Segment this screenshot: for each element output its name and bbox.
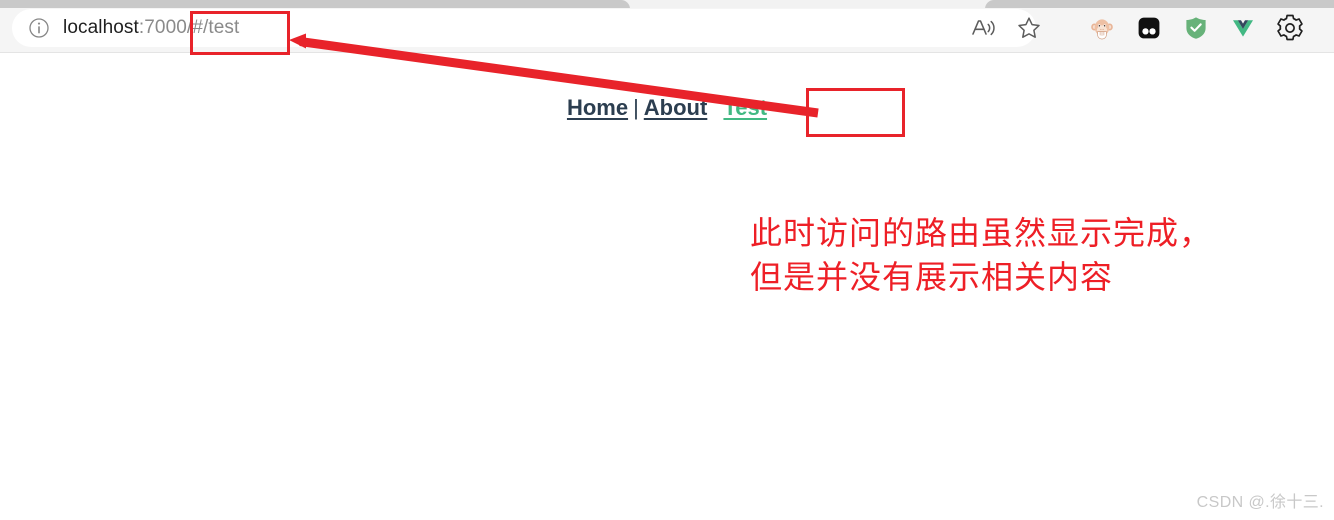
url-text[interactable]: localhost:7000/#/test — [63, 17, 239, 39]
nav-link-test[interactable]: Test — [723, 95, 767, 120]
monkey-avatar-extension-icon[interactable] — [1078, 9, 1125, 47]
toolbar-actions — [960, 9, 1052, 47]
url-path: :7000/#/test — [138, 17, 240, 38]
annotation-note-text: 此时访问的路由虽然显示完成， 但是并没有展示相关内容 — [750, 214, 1213, 296]
dark-reader-extension-icon[interactable] — [1125, 9, 1172, 47]
browser-tab[interactable] — [0, 0, 630, 8]
page-content: Home | About Test 此时访问的路由虽然显示完成， 但是并没有展示相关… — [0, 53, 1334, 520]
extensions-row — [1078, 9, 1313, 47]
address-bar[interactable]: localhost:7000/#/test — [12, 9, 1036, 47]
settings-gear-icon[interactable] — [1266, 9, 1313, 47]
vuejs-devtools-extension-icon[interactable] — [1219, 9, 1266, 47]
favorite-star-icon[interactable] — [1006, 9, 1052, 47]
nav-separator: | — [633, 95, 639, 120]
adguard-shield-extension-icon[interactable] — [1172, 9, 1219, 47]
read-aloud-icon[interactable] — [960, 9, 1006, 47]
nav-separator — [707, 95, 723, 120]
nav-link-about[interactable]: About — [644, 95, 708, 120]
nav-link-home[interactable]: Home — [567, 95, 628, 120]
browser-tab[interactable] — [985, 0, 1334, 8]
browser-tab-strip — [0, 0, 1334, 8]
site-nav: Home | About Test — [0, 95, 1334, 121]
csdn-watermark: CSDN @.徐十三. — [1196, 494, 1324, 511]
url-host: localhost — [63, 17, 139, 38]
browser-chrome: localhost:7000/#/test — [0, 0, 1334, 53]
info-circle-icon[interactable] — [28, 17, 50, 39]
